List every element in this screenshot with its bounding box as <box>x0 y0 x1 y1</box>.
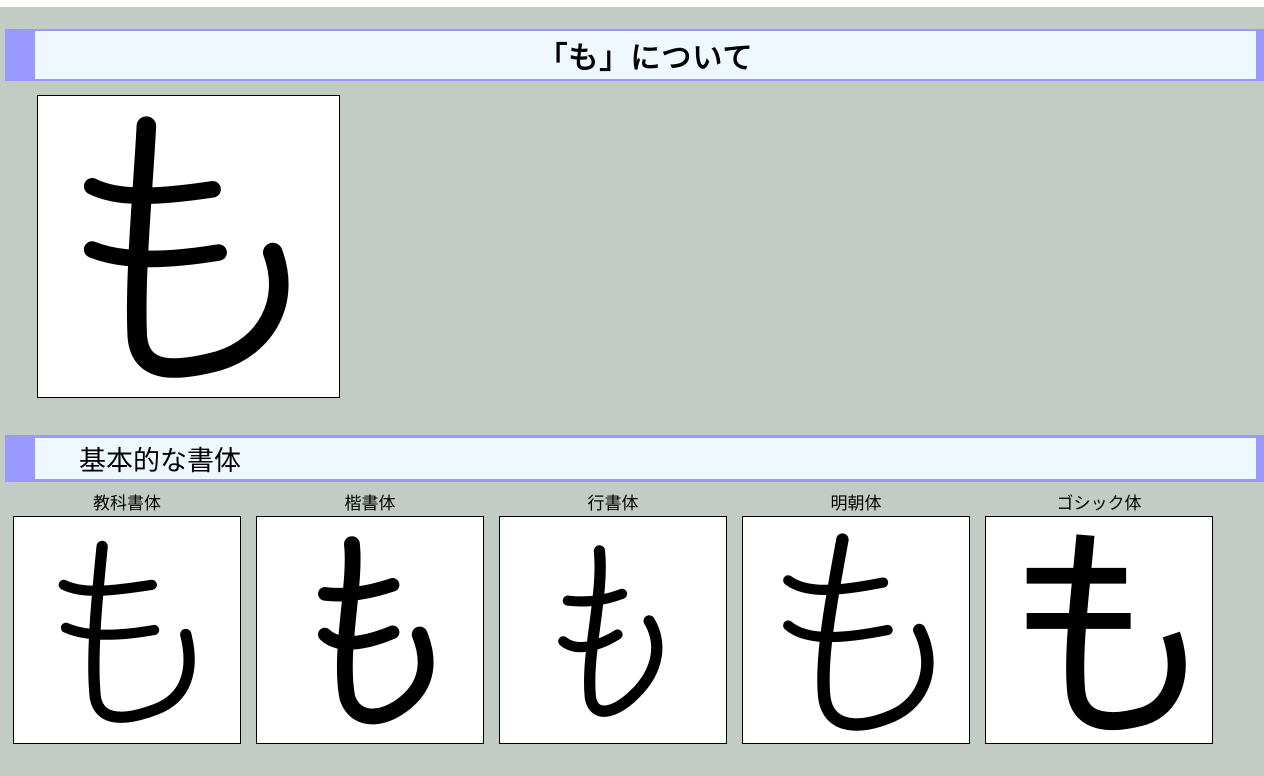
font-style-image <box>499 516 727 744</box>
font-style-label: 明朝体 <box>830 494 882 514</box>
font-style-image <box>256 516 484 744</box>
font-style-kaisho: 楷書体 <box>256 492 484 744</box>
section-title: 基本的な書体 <box>35 438 1256 479</box>
font-style-label: 行書体 <box>587 494 639 514</box>
main-character-image <box>37 95 340 398</box>
font-style-label: 楷書体 <box>344 494 396 514</box>
font-style-image <box>742 516 970 744</box>
font-style-gothic: ゴシック体 <box>985 492 1213 744</box>
page-title-bar: 「も」について <box>5 29 1264 81</box>
font-style-label: 教科書体 <box>93 494 161 514</box>
page-title: 「も」について <box>35 31 1256 79</box>
font-style-gyosho: 行書体 <box>499 492 727 744</box>
font-style-label: ゴシック体 <box>1056 494 1142 514</box>
font-style-mincho: 明朝体 <box>742 492 970 744</box>
top-strip <box>0 0 1264 7</box>
font-style-kyokasho: 教科書体 <box>13 492 241 744</box>
font-style-image <box>985 516 1213 744</box>
section-title-bar: 基本的な書体 <box>5 435 1264 482</box>
font-style-image <box>13 516 241 744</box>
